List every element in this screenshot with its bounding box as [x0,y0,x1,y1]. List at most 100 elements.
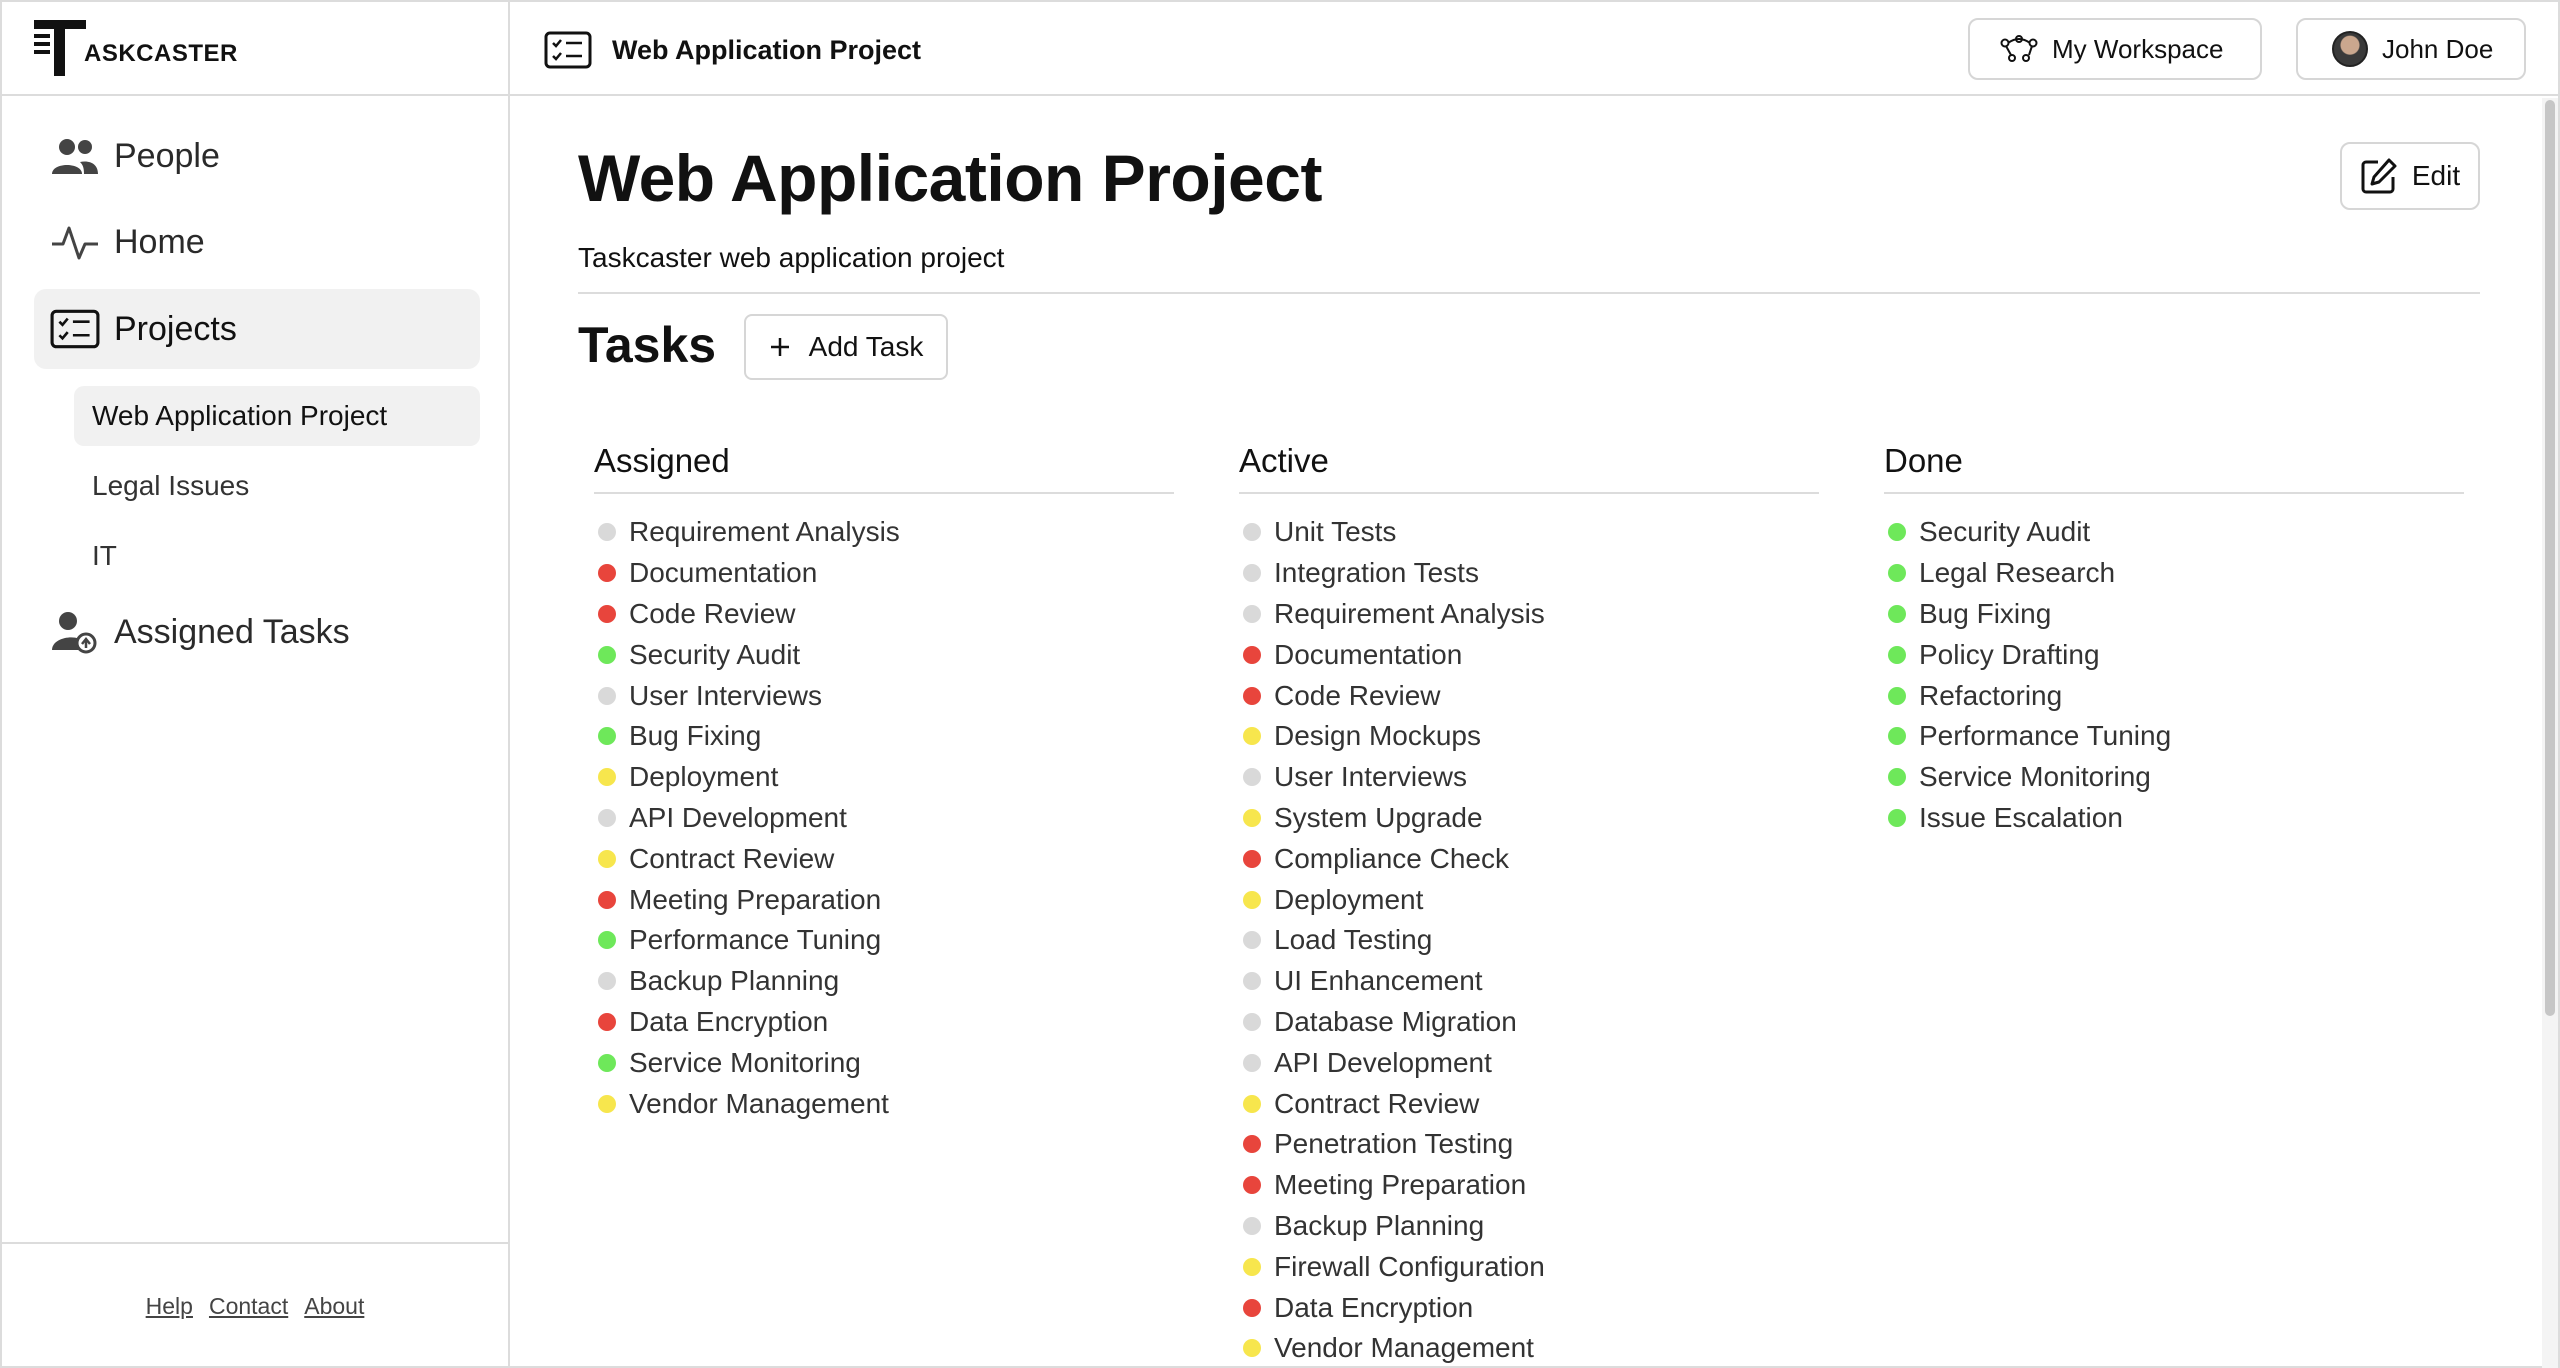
status-dot-icon [1243,972,1261,991]
project-description: Taskcaster web application project [578,242,1005,273]
task-item[interactable]: Contract Review [594,838,1174,879]
task-name: Data Encryption [629,1005,829,1037]
sidebar-item-label: Projects [114,309,237,348]
status-dot-icon [1243,564,1261,583]
task-item[interactable]: Meeting Preparation [1239,1165,1819,1206]
scrollbar-thumb[interactable] [2545,100,2555,1016]
main-scrollbar[interactable] [2542,98,2558,1368]
task-item[interactable]: Unit Tests [1239,512,1819,553]
task-item[interactable]: Backup Planning [594,961,1174,1002]
task-item[interactable]: Security Audit [594,634,1174,675]
status-dot-icon [1243,686,1261,705]
task-item[interactable]: Integration Tests [1239,553,1819,594]
task-item[interactable]: Policy Drafting [1884,634,2464,675]
my-workspace-button[interactable]: My Workspace [1968,18,2262,80]
top-header: ASKCASTER Web Application Project My Wor… [2,2,2558,96]
task-item[interactable]: Bug Fixing [1884,594,2464,635]
task-item[interactable]: Database Migration [1239,1002,1819,1043]
task-name: Requirement Analysis [1274,597,1545,629]
task-name: Bug Fixing [1919,597,2052,629]
task-item[interactable]: Data Encryption [1239,1287,1819,1328]
sidebar-item-assigned-tasks[interactable]: Assigned Tasks [34,592,480,672]
task-item[interactable]: Deployment [1239,879,1819,920]
page-title: Web Application Project [578,141,1322,215]
edit-button[interactable]: Edit [2340,142,2480,210]
sidebar-item-people[interactable]: People [34,116,480,196]
task-name: API Development [629,801,847,833]
task-item[interactable]: Load Testing [1239,920,1819,961]
task-name: Database Migration [1274,1005,1517,1037]
add-task-label: Add Task [808,331,924,362]
divider [578,292,2480,294]
task-name: Backup Planning [1274,1209,1485,1241]
brand-wordmark: ASKCASTER [84,40,238,67]
task-name: Code Review [1274,679,1441,711]
task-item[interactable]: Deployment [594,757,1174,798]
project-item-web-application[interactable]: Web Application Project [74,386,480,446]
project-item-legal-issues[interactable]: Legal Issues [74,456,480,516]
sidebar-item-label: Assigned Tasks [114,612,350,651]
task-item[interactable]: Compliance Check [1239,838,1819,879]
task-item[interactable]: Service Monitoring [1884,757,2464,798]
task-list: Requirement Analysis Documentation Code Re… [594,512,1174,1124]
task-item[interactable]: Penetration Testing [1239,1124,1819,1165]
status-dot-icon [1243,1094,1261,1113]
status-dot-icon [1243,768,1261,787]
task-name: Performance Tuning [1919,720,2172,752]
task-name: Refactoring [1919,679,2063,711]
task-item[interactable]: Bug Fixing [594,716,1174,757]
task-item[interactable]: Documentation [594,553,1174,594]
status-dot-icon [1243,931,1261,950]
task-item[interactable]: Issue Escalation [1884,798,2464,839]
status-dot-icon [1243,849,1261,868]
about-link[interactable]: About [304,1293,364,1320]
status-dot-icon [598,890,616,909]
task-item[interactable]: Vendor Management [594,1083,1174,1124]
task-item[interactable]: Code Review [1239,675,1819,716]
task-item[interactable]: Legal Research [1884,553,2464,594]
column-done: Done Security Audit Legal Research Bug Fix… [1884,442,2464,838]
task-item[interactable]: Refactoring [1884,675,2464,716]
status-dot-icon [1243,1257,1261,1276]
task-name: Documentation [1274,638,1463,670]
task-item[interactable]: API Development [594,798,1174,839]
task-item[interactable]: Vendor Management [1239,1328,1819,1368]
user-menu-button[interactable]: John Doe [2296,18,2526,80]
task-item[interactable]: Code Review [594,594,1174,635]
sidebar-item-home[interactable]: Home [34,202,480,282]
task-item[interactable]: User Interviews [594,675,1174,716]
contact-link[interactable]: Contact [209,1293,288,1320]
task-item[interactable]: Performance Tuning [594,920,1174,961]
task-item[interactable]: UI Enhancement [1239,961,1819,1002]
task-item[interactable]: Data Encryption [594,1002,1174,1043]
task-item[interactable]: Design Mockups [1239,716,1819,757]
task-name: Vendor Management [629,1087,889,1119]
task-item[interactable]: Security Audit [1884,512,2464,553]
task-name: Data Encryption [1274,1291,1474,1323]
tasks-heading: Tasks [578,317,717,373]
task-item[interactable]: Firewall Configuration [1239,1246,1819,1287]
task-name: Legal Research [1919,557,2116,589]
help-link[interactable]: Help [146,1293,193,1320]
add-task-button[interactable]: Add Task [744,314,948,380]
task-item[interactable]: Contract Review [1239,1083,1819,1124]
sidebar-footer: Help Contact About [2,1242,508,1368]
task-item[interactable]: Documentation [1239,634,1819,675]
task-item[interactable]: Service Monitoring [594,1042,1174,1083]
sidebar-item-projects[interactable]: Projects [34,289,480,369]
task-item[interactable]: Requirement Analysis [1239,594,1819,635]
app-window: ASKCASTER Web Application Project My Wor… [0,0,2560,1368]
task-item[interactable]: System Upgrade [1239,798,1819,839]
sidebar: People Home Projects Web Application Pro… [2,96,510,1368]
task-item[interactable]: Requirement Analysis [594,512,1174,553]
header-project-name: Web Application Project [612,34,922,65]
brand-logo[interactable]: ASKCASTER [2,2,510,96]
avatar [2332,31,2368,67]
task-name: Documentation [629,557,818,589]
project-item-it[interactable]: IT [74,526,480,586]
task-item[interactable]: User Interviews [1239,757,1819,798]
task-item[interactable]: Meeting Preparation [594,879,1174,920]
task-item[interactable]: API Development [1239,1042,1819,1083]
task-item[interactable]: Backup Planning [1239,1206,1819,1247]
task-item[interactable]: Performance Tuning [1884,716,2464,757]
